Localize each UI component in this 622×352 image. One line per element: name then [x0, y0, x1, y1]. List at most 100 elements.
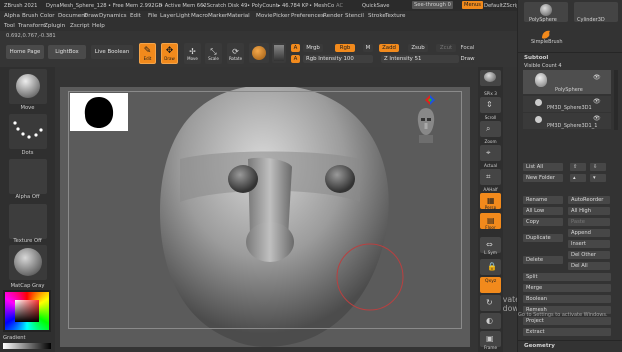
all-low-button[interactable]: All Low	[523, 207, 563, 215]
rename-button[interactable]: Rename	[523, 196, 563, 204]
focal-shift-slider[interactable]: Focal	[461, 44, 475, 52]
copy-button[interactable]: Copy	[523, 218, 563, 226]
menu-draw[interactable]: Draw	[84, 13, 99, 19]
zoom-button[interactable]: ⌕	[480, 121, 501, 137]
color-picker[interactable]	[3, 290, 51, 332]
scale-button[interactable]: ⤡ Scale	[205, 43, 222, 64]
extract-button[interactable]: Extract	[523, 328, 611, 336]
qxyz-button[interactable]: Qxyz	[480, 277, 501, 293]
subtool-header[interactable]: Subtool	[524, 55, 548, 62]
boolean-button[interactable]: Boolean	[523, 295, 611, 303]
geometry-header[interactable]: Geometry	[524, 343, 555, 350]
lock-button[interactable]: 🔒	[480, 259, 501, 275]
rotate-button[interactable]: ⟳ Rotate	[227, 43, 244, 64]
menu-tool[interactable]: Tool	[4, 23, 15, 29]
menu-edit[interactable]: Edit	[130, 13, 141, 19]
menu-render[interactable]: Render	[323, 13, 343, 19]
simplebrush-tool[interactable]	[540, 25, 554, 39]
del-all-button[interactable]: Del All	[568, 262, 610, 270]
eye-icon[interactable]: 👁	[593, 115, 601, 122]
move-up-button[interactable]: ▴	[570, 174, 586, 182]
menu-dynamics[interactable]: Dynamics	[99, 13, 127, 19]
new-folder-button[interactable]: New Folder	[523, 174, 563, 182]
scroll-button[interactable]: ⇕	[480, 97, 501, 113]
color-square[interactable]	[15, 300, 39, 322]
menu-macro[interactable]: Macro	[191, 13, 208, 19]
visible-count[interactable]: Visible Count 4	[524, 64, 562, 69]
menu-marker[interactable]: Marker	[208, 13, 227, 19]
menu-brush[interactable]: Brush	[22, 13, 38, 19]
edit-button[interactable]: ✎ Edit	[139, 43, 156, 64]
menu-preferences[interactable]: Preferences	[291, 13, 324, 19]
move-down-button[interactable]: ▾	[590, 174, 606, 182]
menu-texture[interactable]: Texture	[385, 13, 405, 19]
eye-icon[interactable]: 👁	[593, 98, 601, 105]
subtool-item[interactable]: PM3D_Sphere3D1_1 👁	[523, 113, 611, 129]
gradient-bar[interactable]	[3, 343, 51, 349]
zsub-button[interactable]: Zsub	[408, 44, 428, 52]
draw-size-slider[interactable]: Draw	[460, 55, 475, 63]
menu-picker[interactable]: Picker	[273, 13, 290, 19]
menu-stroke[interactable]: Stroke	[368, 13, 386, 19]
eye-icon[interactable]: 👁	[593, 74, 601, 81]
a-toggle-1[interactable]: A	[291, 44, 300, 52]
merge-button[interactable]: Merge	[523, 284, 611, 292]
actual-button[interactable]: ⌖	[480, 145, 501, 161]
rgb-intensity-slider[interactable]: Rgb Intensity 100	[303, 55, 373, 63]
aahalf-button[interactable]: ⌗	[480, 169, 501, 185]
default-zscript[interactable]: DefaultZScript	[484, 3, 522, 9]
menu-alpha[interactable]: Alpha	[4, 13, 20, 19]
subtool-item[interactable]: PM3D_Sphere3D1 👁	[523, 96, 611, 112]
arrow-up-button[interactable]: ⇧	[570, 163, 586, 171]
menu-movie[interactable]: Movie	[256, 13, 273, 19]
alpha-thumbnail[interactable]	[9, 159, 47, 194]
duplicate-button[interactable]: Duplicate	[523, 234, 563, 242]
lightbox-button[interactable]: LightBox	[48, 45, 86, 59]
stroke-thumbnail[interactable]	[9, 114, 47, 149]
menu-document[interactable]: Document	[58, 13, 87, 19]
menus-button[interactable]: Menus	[462, 1, 483, 9]
menu-zscript[interactable]: Zscript	[70, 23, 89, 29]
see-through-slider[interactable]: See-through 0	[412, 1, 453, 9]
menu-file[interactable]: File	[148, 13, 157, 19]
z-intensity-slider[interactable]: Z Intensity 51	[381, 55, 459, 63]
insert-button[interactable]: Insert	[568, 240, 610, 248]
menu-color[interactable]: Color	[40, 13, 55, 19]
brush-thumbnail[interactable]	[9, 69, 47, 104]
all-high-button[interactable]: All High	[568, 207, 610, 215]
xyz-button-3[interactable]: ◐	[480, 313, 501, 329]
draw-button[interactable]: ✥ Draw	[161, 43, 178, 64]
project-button[interactable]: Project	[523, 317, 611, 325]
mrgb-button[interactable]: Mrgb	[303, 44, 323, 52]
menu-material[interactable]: Material	[227, 13, 250, 19]
material-thumbnail[interactable]	[9, 245, 47, 280]
autoreorder-button[interactable]: AutoReorder	[568, 196, 610, 204]
xyz-button-2[interactable]: ↻	[480, 295, 501, 311]
arrow-down-button[interactable]: ⇩	[590, 163, 606, 171]
home-page-button[interactable]: Home Page	[6, 45, 44, 59]
zadd-button[interactable]: Zadd	[379, 44, 399, 52]
append-button[interactable]: Append	[568, 229, 610, 237]
spix-button[interactable]	[480, 70, 501, 86]
rgb-button[interactable]: Rgb	[335, 44, 355, 52]
menu-transform[interactable]: Transform	[18, 23, 46, 29]
move-button[interactable]: ✢ Move	[184, 43, 201, 64]
live-boolean-button[interactable]: Live Boolean	[91, 45, 133, 59]
paste-button[interactable]: Paste	[568, 218, 610, 226]
quicksave-button[interactable]: QuickSave	[362, 3, 389, 9]
menu-zplugin[interactable]: Zplugin	[44, 23, 65, 29]
split-button[interactable]: Split	[523, 273, 611, 281]
material-swatch[interactable]	[249, 43, 269, 63]
texture-thumbnail[interactable]	[9, 204, 47, 239]
gradient-toggle[interactable]	[272, 43, 286, 63]
list-all-button[interactable]: List All	[523, 163, 563, 171]
m-button[interactable]: M	[363, 44, 373, 52]
delete-button[interactable]: Delete	[523, 256, 563, 264]
menu-stencil[interactable]: Stencil	[345, 13, 364, 19]
menu-light[interactable]: Light	[176, 13, 190, 19]
del-other-button[interactable]: Del Other	[568, 251, 610, 259]
subtool-item-active[interactable]: PolySphere 👁	[523, 70, 611, 94]
zcut-button[interactable]: Zcut	[436, 44, 456, 52]
menu-help[interactable]: Help	[92, 23, 105, 29]
a-toggle-2[interactable]: A	[291, 55, 300, 63]
